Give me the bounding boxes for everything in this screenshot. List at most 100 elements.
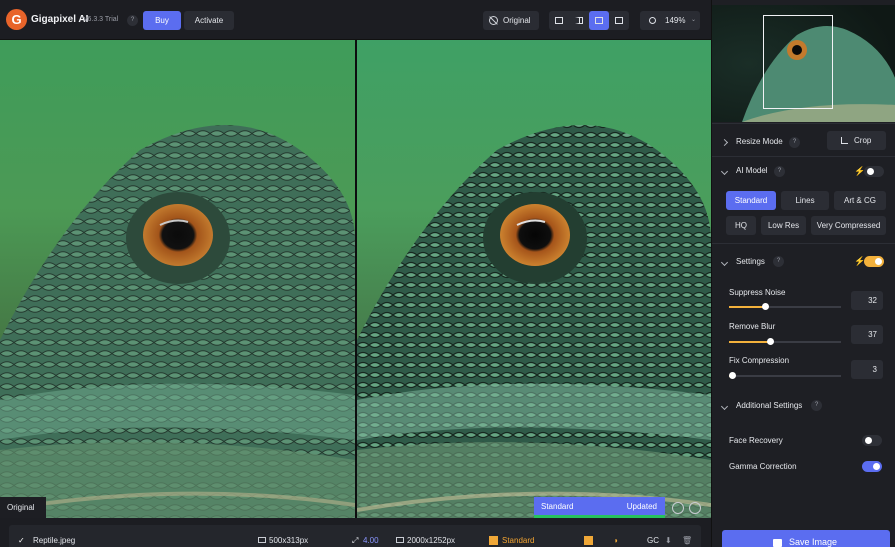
crop-button[interactable]: Crop [827, 131, 886, 150]
crop-icon [841, 137, 848, 144]
activate-button[interactable]: Activate [184, 11, 234, 30]
divider [712, 156, 895, 157]
slider-fill [729, 341, 771, 343]
additional-settings-header[interactable]: Additional Settings [712, 401, 895, 421]
crop-label: Crop [854, 136, 872, 145]
save-icon [773, 539, 782, 547]
zoom-icon [649, 17, 656, 24]
face-recovery-toggle[interactable] [862, 435, 882, 446]
save-image-button[interactable]: Save Image [722, 530, 890, 547]
model-hq-button[interactable]: HQ [726, 216, 756, 235]
additional-settings-label: Additional Settings [736, 401, 803, 410]
save-image-label: Save Image [789, 537, 838, 547]
side-by-side-view-button[interactable] [589, 11, 609, 30]
model-low-res-button[interactable]: Low Res [761, 216, 806, 235]
settings-label: Settings [736, 257, 765, 266]
chevron-down-icon: ⌄ [691, 17, 697, 23]
lizard-enhanced-image [357, 40, 711, 518]
processing-status-bar: Standard Updated [534, 497, 665, 518]
suppress-noise-slider[interactable] [729, 303, 841, 310]
checkmark-icon[interactable]: ✓ [18, 536, 25, 545]
single-view-button[interactable] [549, 11, 569, 30]
remove-blur-value[interactable]: 37 [851, 325, 883, 344]
face-recovery-label: Face Recovery [729, 436, 783, 445]
split-view-button[interactable] [569, 11, 589, 30]
model-art-cg-button[interactable]: Art & CG [834, 191, 886, 210]
frown-feedback-icon[interactable] [689, 502, 701, 514]
fix-compression-label: Fix Compression [729, 356, 790, 365]
model-standard-button[interactable]: Standard [726, 191, 776, 210]
settings-auto-toggle[interactable] [864, 256, 884, 267]
remove-blur-label: Remove Blur [729, 322, 776, 331]
file-name: Reptile.jpeg [33, 536, 76, 545]
original-badge: Original [0, 497, 46, 518]
divider [712, 123, 895, 124]
model-icon [489, 536, 498, 545]
settings-sidebar: Resize Mode ? Crop AI Model ? ⚡ Standard… [711, 0, 895, 547]
ai-model-label: AI Model [736, 166, 768, 175]
ai-model-auto-toggle[interactable] [864, 166, 884, 177]
view-mode-group [549, 11, 629, 30]
suppress-noise-label: Suppress Noise [729, 288, 786, 297]
app-title: Gigapixel AI [31, 14, 89, 25]
slider-thumb[interactable] [729, 372, 737, 379]
side-by-side-view-icon [595, 17, 603, 24]
fix-compression-slider[interactable] [729, 372, 841, 379]
lizard-original-image [0, 40, 355, 518]
remove-blur-slider[interactable] [729, 338, 841, 345]
divider [712, 243, 895, 244]
slider-thumb[interactable] [761, 303, 769, 310]
app-version: v6.3.3 Trial [84, 16, 119, 23]
model-very-compressed-button[interactable]: Very Compressed [811, 216, 886, 235]
enhanced-image-panel[interactable] [357, 40, 711, 518]
viewport-frame[interactable] [763, 15, 833, 109]
info-icon[interactable]: ⬇ [665, 536, 672, 545]
help-icon[interactable]: ? [789, 137, 800, 148]
output-size-icon [396, 537, 404, 543]
comparison-view-icon [615, 17, 623, 24]
help-icon[interactable]: ? [774, 166, 785, 177]
navigator-thumbnail[interactable] [712, 5, 895, 122]
buy-button[interactable]: Buy [143, 11, 181, 30]
chevron-down-icon [720, 258, 729, 267]
smile-feedback-icon[interactable] [672, 502, 684, 514]
image-size-icon [258, 537, 266, 543]
face-icon: ◑ [613, 536, 618, 545]
help-icon[interactable]: ? [773, 256, 784, 267]
file-queue-bar: ✓ Reptile.jpeg 500x313px ⤢ 4.00 2000x125… [0, 518, 711, 547]
bolt-icon: ⚡ [854, 166, 866, 176]
fix-compression-value[interactable]: 3 [851, 360, 883, 379]
zoom-dropdown[interactable]: 149% ⌄ [640, 11, 700, 30]
input-size: 500x313px [269, 536, 309, 545]
resize-mode-label: Resize Mode [736, 137, 783, 146]
slider-fill [729, 306, 765, 308]
help-icon[interactable]: ? [811, 400, 822, 411]
help-icon[interactable]: ? [127, 15, 138, 26]
suppress-noise-value[interactable]: 32 [851, 291, 883, 310]
gamma-correction-toggle[interactable] [862, 461, 882, 472]
chevron-down-icon [720, 402, 729, 411]
single-view-icon [555, 17, 563, 24]
trash-icon[interactable]: 🗑 [682, 536, 692, 545]
output-size: 2000x1252px [407, 536, 456, 545]
chevron-right-icon [720, 138, 729, 147]
settings-state-icon [584, 536, 593, 545]
model-lines-button[interactable]: Lines [781, 191, 829, 210]
status-updated-label: Updated [626, 502, 657, 511]
chevron-down-icon [720, 167, 729, 176]
gamma-correction-label: GC [647, 536, 659, 545]
scale-value: 4.00 [363, 536, 379, 545]
original-image-panel[interactable] [0, 40, 355, 518]
comparison-view-button[interactable] [609, 11, 629, 30]
model-name: Standard [502, 536, 535, 545]
slider-thumb[interactable] [767, 338, 775, 345]
status-model-label: Standard [541, 502, 574, 511]
zoom-value: 149% [665, 16, 686, 25]
file-row[interactable]: ✓ Reptile.jpeg 500x313px ⤢ 4.00 2000x125… [9, 525, 701, 547]
gigapixel-logo: G [6, 9, 27, 30]
eye-off-icon [489, 16, 498, 25]
original-toggle-label: Original [503, 16, 531, 25]
split-view-icon [575, 17, 583, 24]
original-toggle-button[interactable]: Original [483, 11, 539, 30]
gamma-correction-label: Gamma Correction [729, 462, 797, 471]
